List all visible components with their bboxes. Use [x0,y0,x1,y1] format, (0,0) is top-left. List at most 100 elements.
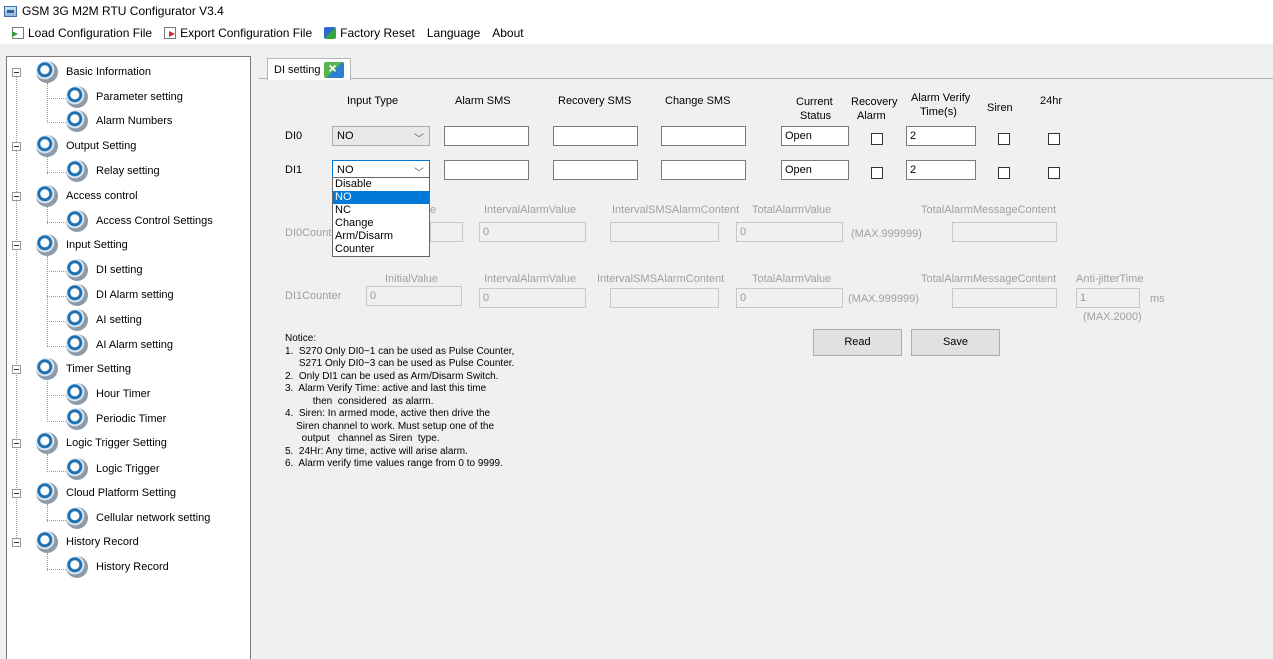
tree-connector [47,271,66,272]
tree-item-basic-information[interactable]: Basic Information [36,61,151,83]
menu-about[interactable]: About [492,26,523,40]
chevron-down-icon: ﹀ [414,134,424,145]
settings-node-icon [66,556,88,578]
menu-export-configuration[interactable]: Export Configuration File [164,26,312,40]
menu-factory-reset[interactable]: Factory Reset [324,26,415,40]
tree-label: Relay setting [96,165,160,177]
tree-collapse-toggle[interactable] [12,489,21,498]
di0-change-sms-input[interactable] [661,126,746,146]
header-current-status-line1: Current [796,96,833,108]
tree-item-logic-trigger-setting[interactable]: Logic Trigger Setting [36,432,167,454]
header-recovery-sms: Recovery SMS [558,95,632,107]
tree-item-cloud-platform-setting[interactable]: Cloud Platform Setting [36,482,176,504]
dropdown-option-counter[interactable]: Counter [333,243,429,256]
di0-recovery-alarm-checkbox[interactable] [871,133,883,145]
counter0-max-note: (MAX.999999) [851,228,922,240]
header-siren: Siren [987,102,1013,114]
tree-item-di-setting[interactable]: DI setting [66,259,142,281]
tab-close-icon[interactable] [324,60,345,78]
tree-item-alarm-numbers[interactable]: Alarm Numbers [66,110,172,132]
di0-alarm-sms-input[interactable] [444,126,529,146]
di0-verify-time-input[interactable]: 2 [906,126,976,146]
di1-24hr-checkbox[interactable] [1048,167,1060,179]
tree-item-ai-alarm-setting[interactable]: AI Alarm setting [66,334,173,356]
tree-item-access-control[interactable]: Access control [36,185,138,207]
di1-siren-checkbox[interactable] [998,167,1010,179]
export-icon [164,27,177,39]
counter1-anti-jitter-input: 1 [1076,288,1140,308]
settings-node-icon [66,507,88,529]
tree-collapse-toggle[interactable] [12,439,21,448]
counter1-anti-jitter-max: (MAX.2000) [1083,311,1142,323]
read-button[interactable]: Read [813,329,902,356]
tree-connector [47,321,66,322]
menu-about-label: About [492,26,524,40]
tree-item-access-control-settings[interactable]: Access Control Settings [66,210,213,232]
dropdown-option-arm-disarm[interactable]: Arm/Disarm [333,230,429,243]
tree-item-periodic-timer[interactable]: Periodic Timer [66,408,166,430]
counter0-interval-sms-header: IntervalSMSAlarmContent [612,204,740,216]
header-recovery-alarm-line1: Recovery [851,96,898,108]
di0-recovery-sms-input[interactable] [553,126,638,146]
di0-24hr-checkbox[interactable] [1048,133,1060,145]
tree-collapse-toggle[interactable] [12,142,21,151]
settings-node-icon [36,358,58,380]
tree-item-history-record[interactable]: History Record [66,556,169,578]
save-button[interactable]: Save [911,329,1000,356]
di0-status-field: Open [781,126,849,146]
header-input-type: Input Type [347,95,399,107]
dropdown-option-disable[interactable]: Disable [333,178,429,191]
header-alarm-sms: Alarm SMS [455,95,511,107]
tree-collapse-toggle[interactable] [12,68,21,77]
tree-connector [47,520,66,521]
menu-language[interactable]: Language [427,26,480,40]
tree-item-logic-trigger[interactable]: Logic Trigger [66,458,160,480]
tree-item-ai-setting[interactable]: AI setting [66,309,142,331]
settings-node-icon [66,334,88,356]
tree-connector [47,454,48,472]
tree-item-input-setting[interactable]: Input Setting [36,234,128,256]
tree-collapse-toggle[interactable] [12,538,21,547]
notice-block: Notice: 1. S270 Only DI0~1 can be used as… [285,333,514,471]
tree-collapse-toggle[interactable] [12,365,21,374]
tree-item-parameter-setting[interactable]: Parameter setting [66,86,183,108]
tree-item-di-alarm-setting[interactable]: DI Alarm setting [66,284,174,306]
tree-item-cellular-network-setting[interactable]: Cellular network setting [66,507,210,529]
menu-load-label: Load Configuration File [28,26,153,40]
import-icon [12,27,24,39]
tree-item-history-record-group[interactable]: History Record [36,531,139,553]
input-type-dropdown-list: Disable NO NC Change Arm/Disarm Counter [332,177,430,257]
di1-recovery-sms-input[interactable] [553,160,638,180]
settings-node-icon [36,432,58,454]
tree-item-timer-setting[interactable]: Timer Setting [36,358,131,380]
dropdown-option-no[interactable]: NO [333,191,429,204]
di1-label: DI1 [285,164,303,176]
menu-factory-label: Factory Reset [340,26,415,40]
tree-collapse-toggle[interactable] [12,192,21,201]
tree-item-relay-setting[interactable]: Relay setting [66,160,160,182]
di0-input-type-select[interactable]: NO ﹀ [332,126,430,146]
di1-alarm-sms-input[interactable] [444,160,529,180]
counter1-total-msg-input [952,288,1057,308]
menu-load-configuration[interactable]: Load Configuration File [12,26,152,40]
counter1-interval-sms-input [610,288,719,308]
tree-connector [47,256,48,346]
dropdown-option-nc[interactable]: NC [333,204,429,217]
notice-line: S271 Only DI0~3 can be used as Pulse Cou… [285,358,515,369]
tree-label: Basic Information [66,66,151,78]
tree-item-hour-timer[interactable]: Hour Timer [66,383,150,405]
dropdown-option-change[interactable]: Change [333,217,429,230]
settings-node-icon [66,160,88,182]
di0-siren-checkbox[interactable] [998,133,1010,145]
di1-change-sms-input[interactable] [661,160,746,180]
counter1-total-msg-header: TotalAlarmMessageContent [921,273,1057,285]
settings-node-icon [36,61,58,83]
tab-di-setting[interactable]: DI setting [267,58,352,80]
di0-label: DI0 [285,130,303,142]
tree-collapse-toggle[interactable] [12,241,21,250]
tree-item-output-setting[interactable]: Output Setting [36,135,136,157]
tree-label: Logic Trigger Setting [66,437,167,449]
di1-verify-time-input[interactable]: 2 [906,160,976,180]
settings-node-icon [66,210,88,232]
di1-recovery-alarm-checkbox[interactable] [871,167,883,179]
